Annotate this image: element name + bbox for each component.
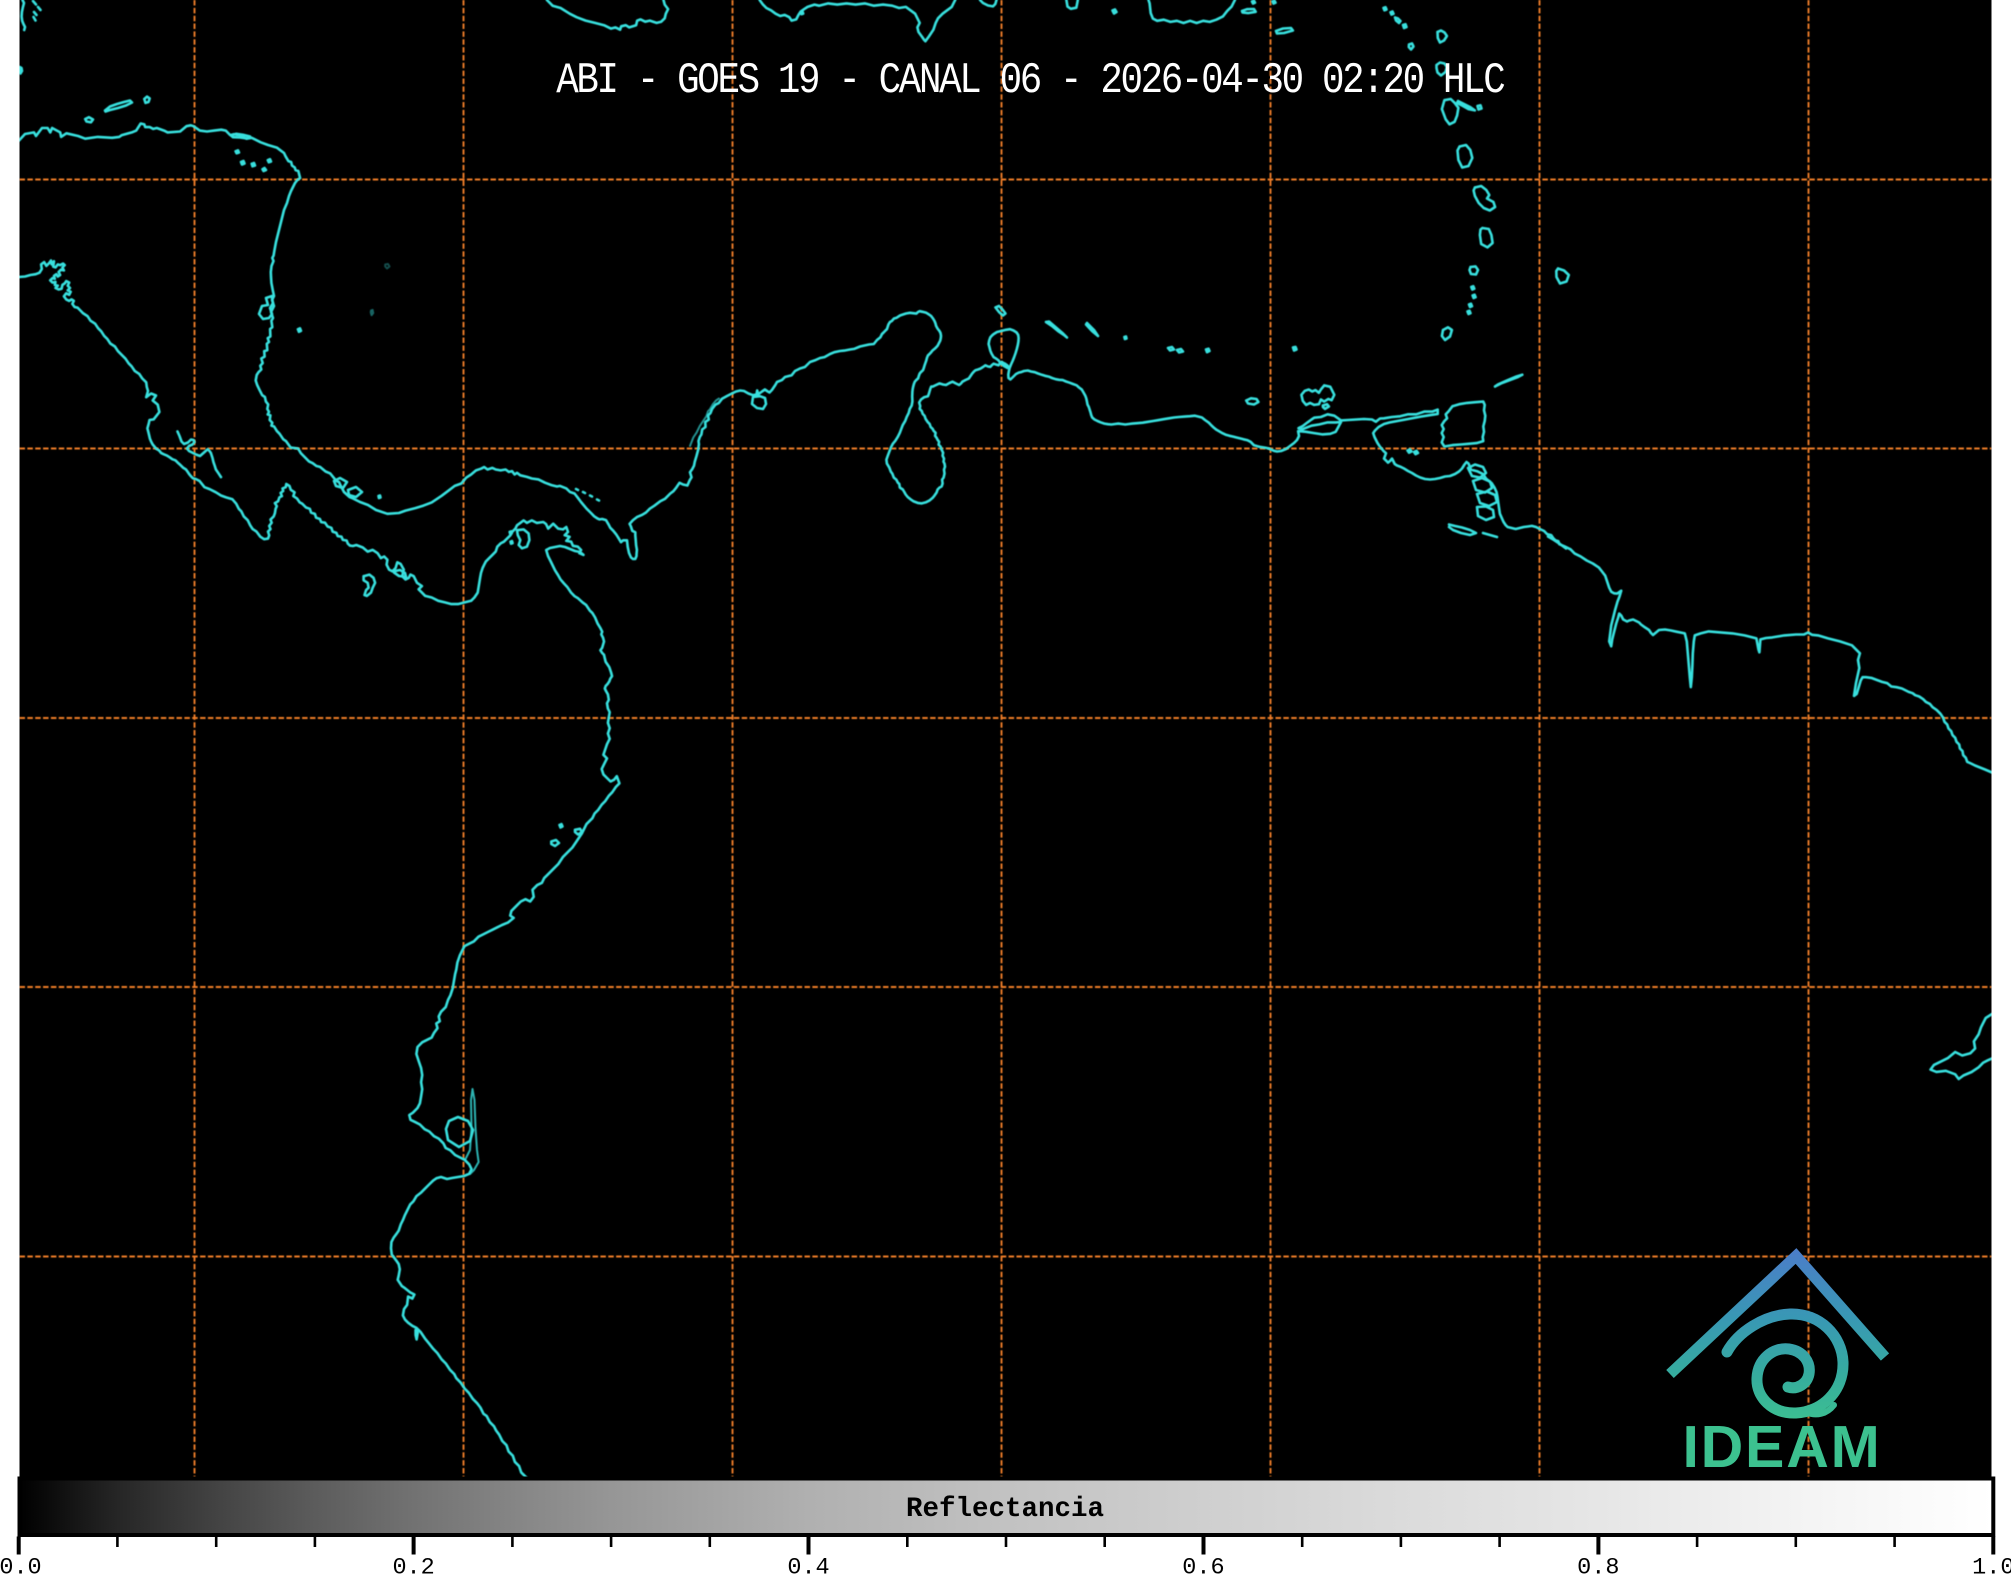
svg-text:Reflectancia: Reflectancia [906,1494,1104,1525]
svg-text:0.4: 0.4 [787,1555,829,1577]
svg-text:ABI - GOES 19 - CANAL 06 - 202: ABI - GOES 19 - CANAL 06 - 2026-04-30 02… [556,57,1504,106]
svg-text:IDEAM: IDEAM [1682,1414,1881,1480]
svg-text:0.6: 0.6 [1182,1555,1224,1577]
svg-text:1.0: 1.0 [1972,1555,2011,1577]
svg-text:0.0: 0.0 [0,1555,42,1577]
svg-text:0.8: 0.8 [1577,1555,1619,1577]
svg-text:0.2: 0.2 [392,1555,434,1577]
